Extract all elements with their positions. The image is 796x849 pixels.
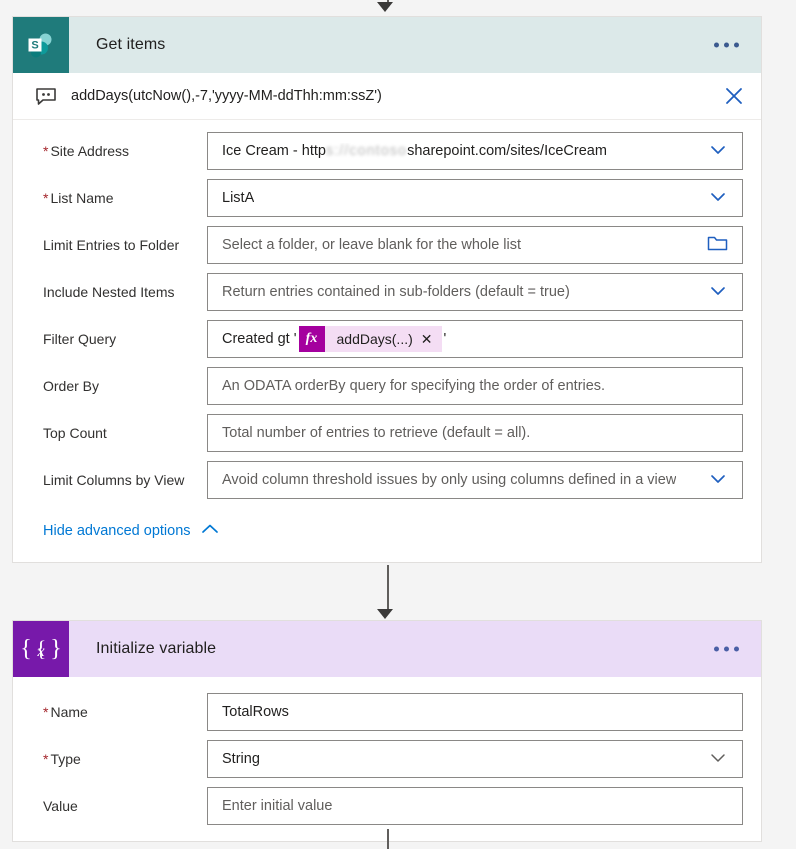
initialize-variable-form: * Name TotalRows * Type String Value Ent… — [13, 677, 761, 841]
form-row-variable-value: Value Enter initial value — [31, 787, 743, 825]
variable-name-input[interactable]: TotalRows — [207, 693, 743, 731]
form-row-top-count: Top Count Total number of entries to ret… — [31, 414, 743, 452]
connector-top — [0, 0, 776, 12]
chevron-down-icon[interactable] — [708, 140, 728, 163]
connector-bottom — [0, 829, 776, 849]
field-label-include-nested-items: Include Nested Items — [43, 283, 175, 300]
form-row-limit-columns-by-view: Limit Columns by View Avoid column thres… — [31, 461, 743, 499]
field-label-limit-entries-to-folder: Limit Entries to Folder — [43, 236, 180, 253]
required-asterisk: * — [43, 750, 49, 767]
site-address-value: Ice Cream - https://contososharepoint.co… — [222, 143, 607, 159]
filter-query-suffix: ' — [443, 331, 447, 347]
chevron-down-icon[interactable] — [708, 748, 728, 771]
limit-entries-to-folder-input[interactable]: Select a folder, or leave blank for the … — [207, 226, 743, 264]
filter-query-input[interactable]: Created gt ' fx addDays(...) ✕ ' — [207, 320, 743, 358]
close-icon[interactable] — [721, 83, 747, 109]
field-label-filter-query: Filter Query — [43, 330, 117, 347]
chevron-down-icon[interactable] — [708, 469, 728, 492]
redacted-url-part: s://contoso — [325, 143, 408, 159]
dynamic-content-token[interactable]: fx addDays(...) ✕ — [298, 326, 442, 352]
field-label-limit-columns-by-view: Limit Columns by View — [43, 471, 185, 488]
get-items-form: * Site Address Ice Cream - https://contos… — [13, 120, 761, 562]
chevron-down-icon[interactable] — [708, 281, 728, 304]
svg-text:{: { — [22, 636, 32, 662]
field-label-variable-value: Value — [43, 797, 78, 814]
token-remove-icon[interactable]: ✕ — [421, 332, 442, 346]
variable-type-value: String — [222, 751, 260, 767]
form-row-variable-name: * Name TotalRows — [31, 693, 743, 731]
list-name-input[interactable]: ListA — [207, 179, 743, 217]
limit-columns-by-view-input[interactable]: Avoid column threshold issues by only us… — [207, 461, 743, 499]
include-nested-items-input[interactable]: Return entries contained in sub-folders … — [207, 273, 743, 311]
svg-text:S: S — [31, 40, 38, 52]
initialize-variable-card[interactable]: { x { } Initialize variable *Name TotalR… — [12, 620, 762, 842]
form-row-list-name: * List Name ListA — [31, 179, 743, 217]
site-address-input[interactable]: Ice Cream - https://contososharepoint.co… — [207, 132, 743, 170]
get-items-card-title: Get items — [96, 36, 166, 53]
field-label-variable-type: * Type — [43, 750, 81, 767]
top-count-placeholder: Total number of entries to retrieve (def… — [222, 425, 531, 441]
required-asterisk: * — [43, 142, 49, 159]
form-row-filter-query: Filter Query Created gt ' fx addDays(...… — [31, 320, 743, 358]
token-label: addDays(...) — [336, 331, 413, 347]
form-row-limit-entries-to-folder: Limit Entries to Folder Select a folder,… — [31, 226, 743, 264]
variable-value-input[interactable]: Enter initial value — [207, 787, 743, 825]
list-name-value: ListA — [222, 190, 255, 206]
limit-entries-to-folder-placeholder: Select a folder, or leave blank for the … — [222, 237, 522, 253]
field-label-top-count: Top Count — [43, 424, 107, 441]
svg-text:x: x — [36, 643, 44, 660]
hide-advanced-options-toggle[interactable]: Hide advanced options — [31, 508, 220, 552]
arrow-head-icon — [376, 2, 393, 12]
comment-icon — [35, 87, 57, 105]
field-label-order-by: Order By — [43, 377, 100, 394]
fx-icon: fx — [298, 326, 325, 352]
sharepoint-icon: S — [13, 17, 69, 73]
svg-text:}: } — [50, 636, 60, 662]
field-label-variable-name: * Name — [43, 703, 88, 720]
order-by-input[interactable]: An ODATA orderBy query for specifying th… — [207, 367, 743, 405]
form-row-site-address: * Site Address Ice Cream - https://contos… — [31, 132, 743, 170]
connector-middle — [0, 565, 776, 619]
chevron-down-icon[interactable] — [708, 187, 728, 210]
folder-icon[interactable] — [707, 234, 728, 256]
initialize-variable-card-title: Initialize variable — [96, 640, 217, 657]
hide-advanced-options-label: Hide advanced options — [43, 523, 191, 539]
get-items-comment-row[interactable]: addDays(utcNow(),-7,'yyyy-MM-ddThh:mm:ss… — [13, 73, 761, 120]
initialize-variable-card-header[interactable]: { x { } Initialize variable — [13, 621, 761, 677]
order-by-placeholder: An ODATA orderBy query for specifying th… — [222, 378, 606, 394]
form-row-variable-type: * Type String — [31, 740, 743, 778]
field-label-site-address: * Site Address — [43, 142, 130, 159]
get-items-card-header[interactable]: S Get items — [13, 17, 761, 73]
get-items-card[interactable]: S Get items addDays(utcNow(),-7,'yyyy-MM… — [12, 16, 762, 563]
get-items-more-button[interactable] — [708, 37, 745, 54]
required-asterisk: * — [43, 189, 49, 206]
filter-query-prefix: Created gt ' — [222, 331, 297, 347]
variable-type-select[interactable]: String — [207, 740, 743, 778]
variable-icon: { x { } — [13, 621, 69, 677]
required-asterisk: * — [43, 703, 49, 720]
comment-text: addDays(utcNow(),-7,'yyyy-MM-ddThh:mm:ss… — [71, 88, 382, 104]
limit-columns-by-view-placeholder: Avoid column threshold issues by only us… — [222, 472, 677, 488]
initialize-variable-more-button[interactable] — [708, 641, 745, 658]
top-count-input[interactable]: Total number of entries to retrieve (def… — [207, 414, 743, 452]
variable-value-placeholder: Enter initial value — [222, 798, 333, 814]
field-label-list-name: * List Name — [43, 189, 114, 206]
arrow-head-icon — [376, 609, 393, 619]
chevron-up-icon — [200, 522, 220, 540]
include-nested-items-placeholder: Return entries contained in sub-folders … — [222, 284, 570, 300]
form-row-include-nested-items: Include Nested Items Return entries cont… — [31, 273, 743, 311]
variable-name-value: TotalRows — [222, 704, 289, 720]
form-row-order-by: Order By An ODATA orderBy query for spec… — [31, 367, 743, 405]
